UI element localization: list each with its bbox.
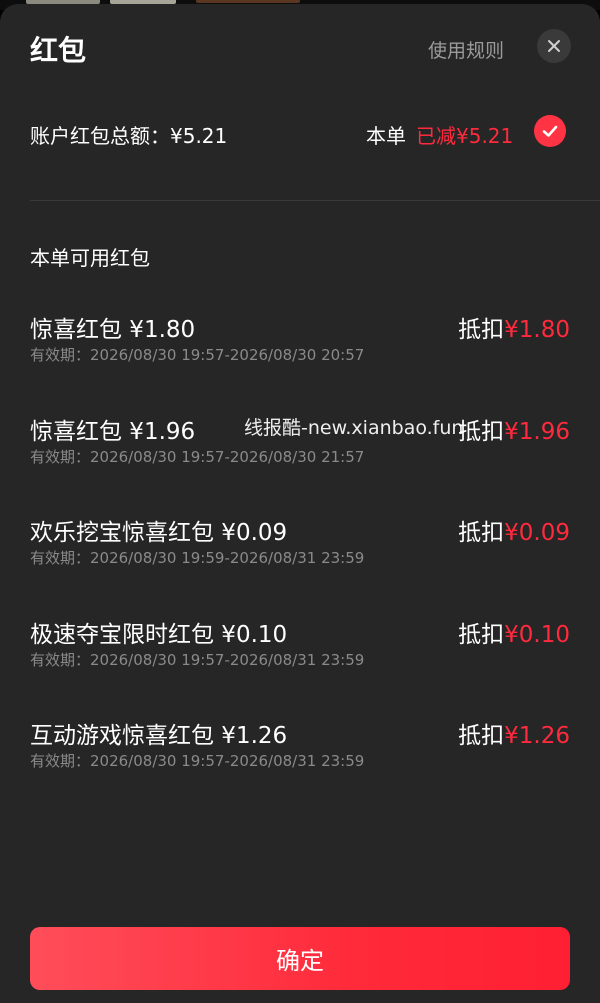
deduct-label: 抵扣 — [458, 419, 505, 445]
order-label: 本单 — [366, 124, 406, 148]
packet-name: 欢乐挖宝惊喜红包 ¥0.09 — [30, 520, 288, 546]
close-icon — [548, 40, 560, 52]
watermark-text: 线报酷-new.xianbao.fun — [244, 417, 464, 439]
deduct-value: ¥0.10 — [504, 622, 570, 648]
deduct-amount: 抵扣¥0.09 — [458, 513, 570, 547]
deduct-label: 抵扣 — [458, 317, 505, 343]
packet-validity: 有效期：2026/08/30 19:59-2026/08/31 23:59 — [30, 549, 365, 567]
packet-validity: 有效期：2026/08/30 19:57-2026/08/30 20:57 — [30, 346, 365, 364]
available-packets-heading: 本单可用红包 — [30, 246, 150, 270]
deduct-value: ¥0.09 — [504, 520, 570, 546]
packet-validity: 有效期：2026/08/30 19:57-2026/08/30 21:57 — [30, 448, 365, 466]
deduct-amount: 抵扣¥1.26 — [458, 716, 570, 750]
deduct-label: 抵扣 — [458, 622, 505, 648]
deduct-value: ¥1.80 — [504, 317, 570, 343]
usage-rules-link[interactable]: 使用规则 — [428, 36, 504, 63]
red-packet-sheet: 红包 使用规则 账户红包总额：¥5.21 本单 已减¥5.21 本单可用红包 惊… — [0, 4, 600, 1003]
list-item[interactable]: 惊喜红包 ¥1.80 有效期：2026/08/30 19:57-2026/08/… — [30, 310, 570, 390]
deduct-amount: 抵扣¥1.80 — [458, 310, 570, 344]
background-text-fragment — [196, 0, 300, 3]
reduced-amount: 已减¥5.21 — [416, 124, 514, 148]
packet-name: 极速夺宝限时红包 ¥0.10 — [30, 622, 288, 648]
deduct-amount: 抵扣¥1.96 — [458, 412, 570, 446]
deduct-label: 抵扣 — [458, 723, 505, 749]
list-item[interactable]: 极速夺宝限时红包 ¥0.10 有效期：2026/08/30 19:57-2026… — [30, 615, 570, 695]
divider — [30, 200, 600, 201]
packet-name: 互动游戏惊喜红包 ¥1.26 — [30, 723, 288, 749]
check-icon — [542, 125, 558, 137]
deduct-value: ¥1.96 — [504, 419, 570, 445]
deduct-label: 抵扣 — [458, 520, 505, 546]
account-total-label: 账户红包总额：¥5.21 — [30, 124, 228, 148]
close-button[interactable] — [537, 29, 571, 63]
packet-validity: 有效期：2026/08/30 19:57-2026/08/31 23:59 — [30, 752, 365, 770]
deduct-amount: 抵扣¥0.10 — [458, 615, 570, 649]
list-item[interactable]: 互动游戏惊喜红包 ¥1.26 有效期：2026/08/30 19:57-2026… — [30, 716, 570, 796]
packet-name: 惊喜红包 ¥1.80 — [30, 317, 196, 343]
deduct-value: ¥1.26 — [504, 723, 570, 749]
packet-name: 惊喜红包 ¥1.96 — [30, 419, 196, 445]
sheet-title: 红包 — [30, 34, 87, 67]
select-all-checkbox[interactable] — [534, 115, 566, 147]
list-item[interactable]: 欢乐挖宝惊喜红包 ¥0.09 有效期：2026/08/30 19:59-2026… — [30, 513, 570, 593]
packet-validity: 有效期：2026/08/30 19:57-2026/08/31 23:59 — [30, 651, 365, 669]
confirm-button[interactable]: 确定 — [30, 927, 570, 990]
